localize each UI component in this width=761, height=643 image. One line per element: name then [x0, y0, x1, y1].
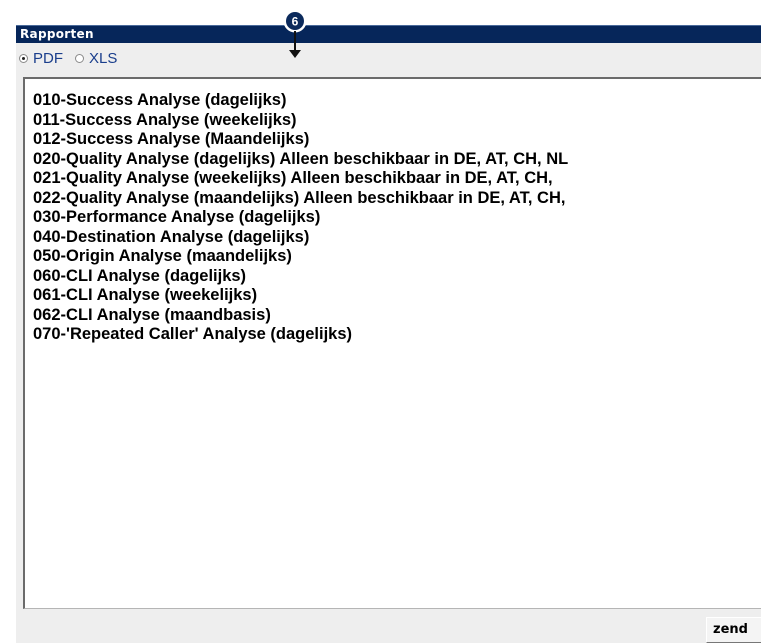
panel-title: Rapporten	[20, 27, 94, 41]
report-item[interactable]: 021-Quality Analyse (weekelijks) Alleen …	[33, 169, 568, 189]
xls-radio[interactable]	[75, 53, 84, 63]
pdf-radio-label[interactable]: PDF	[33, 50, 63, 67]
format-radio-group: PDF XLS	[16, 44, 126, 72]
callout-number: 6	[292, 15, 299, 29]
submit-button[interactable]: zend	[706, 617, 761, 643]
panel-header: Rapporten	[16, 25, 761, 43]
report-item[interactable]: 061-CLI Analyse (weekelijks)	[33, 286, 568, 306]
report-item[interactable]: 030-Performance Analyse (dagelijks)	[33, 208, 568, 228]
callout-marker: 6	[283, 9, 307, 58]
report-item[interactable]: 070-'Repeated Caller' Analyse (dagelijks…	[33, 325, 568, 345]
report-item[interactable]: 050-Origin Analyse (maandelijks)	[33, 247, 568, 267]
report-item[interactable]: 022-Quality Analyse (maandelijks) Alleen…	[33, 189, 568, 209]
report-item[interactable]: 040-Destination Analyse (dagelijks)	[33, 228, 568, 248]
report-item[interactable]: 062-CLI Analyse (maandbasis)	[33, 306, 568, 326]
xls-radio-label[interactable]: XLS	[89, 50, 117, 67]
report-item[interactable]: 060-CLI Analyse (dagelijks)	[33, 267, 568, 287]
report-listbox[interactable]: 010-Success Analyse (dagelijks) 011-Succ…	[23, 77, 761, 609]
report-item[interactable]: 020-Quality Analyse (dagelijks) Alleen b…	[33, 150, 568, 170]
pdf-radio[interactable]	[19, 53, 28, 63]
report-item[interactable]: 012-Success Analyse (Maandelijks)	[33, 130, 568, 150]
report-item[interactable]: 011-Success Analyse (weekelijks)	[33, 111, 568, 131]
report-list: 010-Success Analyse (dagelijks) 011-Succ…	[33, 91, 568, 345]
report-item[interactable]: 010-Success Analyse (dagelijks)	[33, 91, 568, 111]
arrow-down-icon	[289, 31, 301, 58]
